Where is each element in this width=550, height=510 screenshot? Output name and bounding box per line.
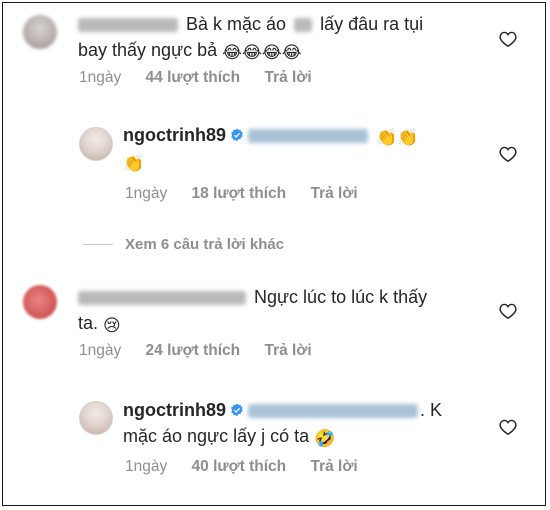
reply-button[interactable]: Trả lời: [310, 185, 357, 202]
likes-count[interactable]: 18 lượt thích: [192, 185, 287, 202]
avatar[interactable]: [23, 15, 57, 49]
verified-badge-icon: [231, 403, 243, 417]
comment-text: ngoctrinh89 👏👏 👏: [123, 122, 493, 174]
blurred-mention[interactable]: [248, 404, 419, 419]
clapping-emoji: 👏👏: [376, 128, 419, 147]
heart-icon[interactable]: [499, 303, 517, 319]
avatar[interactable]: [23, 285, 57, 319]
comment-meta: 1ngày 18 lượt thích Trả lời: [125, 185, 358, 203]
heart-icon[interactable]: [499, 146, 517, 162]
crying-emoji: 😢: [103, 316, 121, 335]
blurred-mention[interactable]: [248, 129, 369, 144]
comment-text: Bà k mặc áo lấy đâu ra tụi bay thấy ngực…: [78, 14, 424, 62]
view-more-replies[interactable]: Xem 6 câu trả lời khác: [83, 236, 284, 253]
heart-icon[interactable]: [499, 419, 517, 435]
comment-text: ngoctrinh89. K mặc áo ngực lấy j có ta 🤣: [123, 400, 443, 448]
comment-meta: 1ngày 40 lượt thích Trả lời: [125, 458, 358, 476]
reply-button[interactable]: Trả lời: [264, 342, 311, 359]
comment-age: 1ngày: [125, 458, 168, 475]
comment-age: 1ngày: [79, 69, 122, 86]
comment-age: 1ngày: [125, 185, 168, 202]
likes-count[interactable]: 44 lượt thích: [146, 69, 241, 86]
avatar[interactable]: [79, 127, 113, 161]
blurred-username[interactable]: [78, 18, 178, 33]
laughing-emoji: 😂😂😂😂: [222, 43, 302, 62]
reply-button[interactable]: Trả lời: [310, 458, 357, 475]
blurred-username[interactable]: [78, 291, 246, 306]
username[interactable]: ngoctrinh89: [123, 125, 226, 145]
comment-meta: 1ngày 44 lượt thích Trả lời: [79, 69, 312, 87]
likes-count[interactable]: 24 lượt thích: [146, 342, 241, 359]
clapping-emoji: 👏: [123, 154, 145, 173]
avatar[interactable]: [79, 401, 113, 435]
heart-icon[interactable]: [499, 31, 517, 47]
comments-panel: Bà k mặc áo lấy đâu ra tụi bay thấy ngực…: [2, 2, 546, 506]
username[interactable]: ngoctrinh89: [123, 400, 226, 420]
comment-meta: 1ngày 24 lượt thích Trả lời: [79, 342, 312, 360]
blurred-word: [294, 18, 313, 33]
divider-line: [83, 244, 113, 245]
comment-text: Ngực lúc to lúc k thấy ta. 😢: [78, 287, 428, 335]
likes-count[interactable]: 40 lượt thích: [192, 458, 287, 475]
verified-badge-icon: [231, 128, 243, 142]
rofl-emoji: 🤣: [314, 429, 336, 448]
view-more-label: Xem 6 câu trả lời khác: [125, 236, 285, 253]
comment-age: 1ngày: [79, 342, 122, 359]
reply-button[interactable]: Trả lời: [264, 69, 311, 86]
